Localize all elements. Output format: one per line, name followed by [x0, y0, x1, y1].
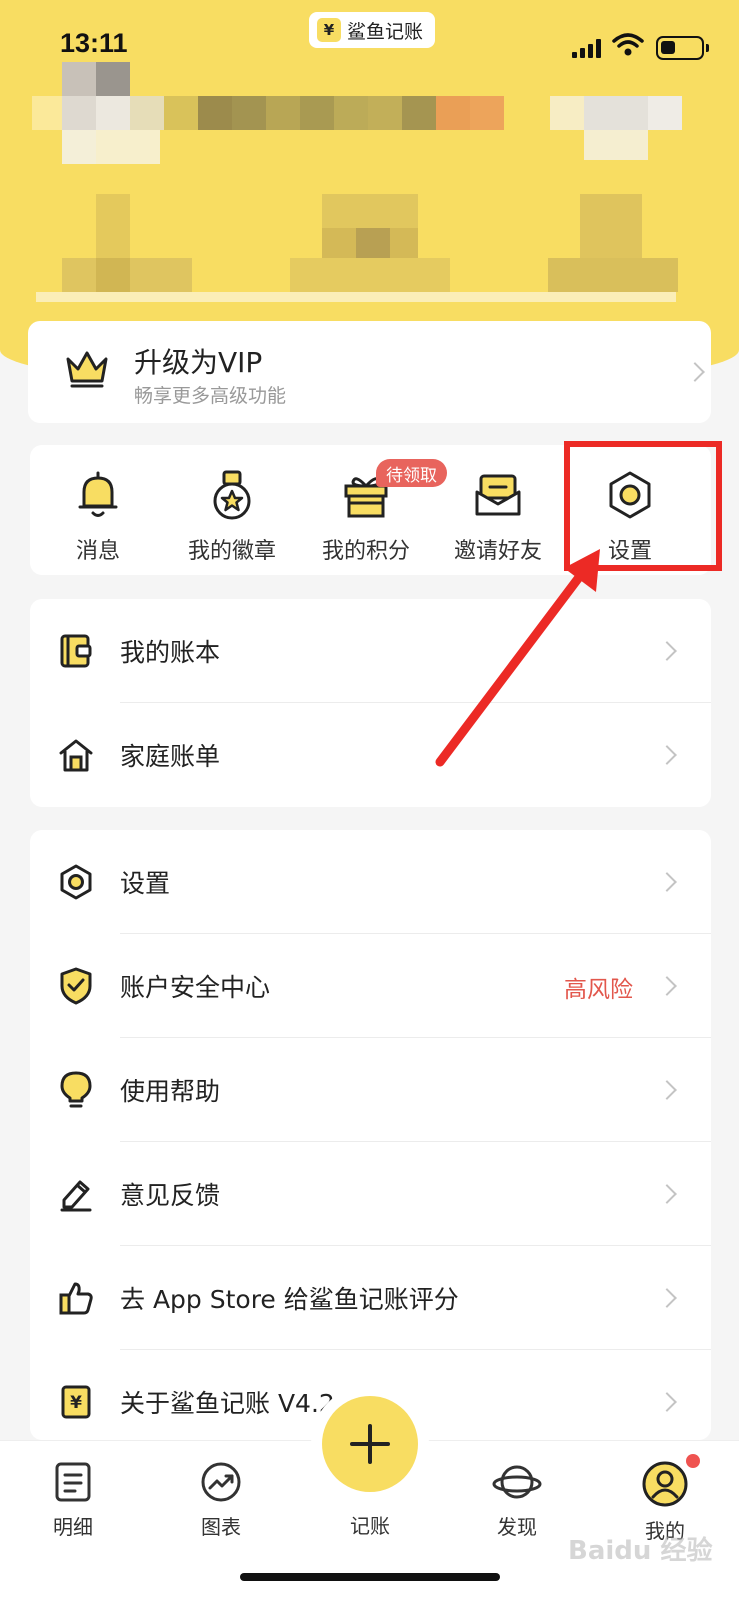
user-icon: [642, 1461, 688, 1507]
list-row-label: 账户安全中心: [120, 973, 271, 1002]
vip-upgrade-card[interactable]: 升级为VIP 畅享更多高级功能: [28, 321, 711, 423]
app-return-pill[interactable]: ¥ 鲨鱼记账: [309, 12, 436, 48]
chevron-right-icon: [657, 1392, 677, 1412]
settings-list-card: 设置 账户安全中心 高风险 使用帮助 意见反馈 去 App Store 给鲨鱼记…: [30, 830, 711, 1440]
yen-icon: ¥: [317, 18, 341, 42]
list-row-label: 意见反馈: [120, 1181, 221, 1210]
shield-check-icon: [60, 967, 92, 1005]
envelope-icon: [475, 474, 521, 516]
battery-icon: [656, 36, 709, 60]
list-row-my-ledger[interactable]: 我的账本: [30, 599, 711, 703]
quick-action-invite[interactable]: 邀请好友: [430, 445, 566, 575]
quick-action-label: 我的徽章: [187, 539, 276, 564]
edit-icon: [60, 1180, 92, 1212]
chevron-right-icon: [657, 1288, 677, 1308]
chart-trend-icon: [201, 1462, 241, 1502]
quick-action-label: 邀请好友: [453, 539, 542, 564]
list-row-family-bill[interactable]: 家庭账单: [30, 703, 711, 807]
list-row-account-security[interactable]: 账户安全中心 高风险: [30, 934, 711, 1038]
list-row-label: 去 App Store 给鲨鱼记账评分: [120, 1285, 459, 1314]
risk-status-label: 高风险: [564, 977, 633, 1003]
status-time: 13:11: [60, 28, 128, 58]
tab-details[interactable]: 明细: [18, 1461, 128, 1540]
tab-label: 图表: [201, 1515, 241, 1539]
chevron-right-icon: [657, 745, 677, 765]
home-indicator[interactable]: [240, 1573, 500, 1581]
chevron-right-icon: [657, 1184, 677, 1204]
list-row-rate-app[interactable]: 去 App Store 给鲨鱼记账评分: [30, 1246, 711, 1350]
quick-action-messages[interactable]: 消息: [30, 445, 166, 575]
medal-icon: [213, 470, 251, 520]
document-icon: [55, 1462, 91, 1502]
chevron-right-icon: [685, 362, 705, 382]
list-row-label: 设置: [120, 869, 171, 898]
tab-label: 明细: [53, 1515, 93, 1539]
ledger-list-card: 我的账本 家庭账单: [30, 599, 711, 807]
vip-subtitle: 畅享更多高级功能: [134, 385, 287, 407]
app-name: 鲨鱼记账: [347, 20, 424, 43]
watermark: Baidu 经验: [568, 1536, 713, 1566]
quick-action-badges[interactable]: 我的徽章: [164, 445, 300, 575]
list-row-label: 家庭账单: [120, 742, 221, 771]
bell-icon: [78, 471, 118, 517]
notification-dot: [686, 1454, 700, 1468]
quick-action-label: 我的积分: [321, 539, 410, 564]
chevron-right-icon: [657, 976, 677, 996]
chevron-right-icon: [657, 872, 677, 892]
thumbs-up-icon: [59, 1282, 93, 1315]
list-row-settings[interactable]: 设置: [30, 830, 711, 934]
tab-charts[interactable]: 图表: [166, 1461, 276, 1540]
chevron-right-icon: [657, 641, 677, 661]
vip-title: 升级为VIP: [134, 346, 263, 379]
list-row-label: 使用帮助: [120, 1077, 221, 1106]
tab-label: 发现: [497, 1515, 537, 1539]
wallet-icon: [60, 634, 92, 668]
add-record-button[interactable]: [322, 1396, 418, 1492]
lightbulb-icon: [60, 1071, 92, 1108]
list-row-label: 关于鲨鱼记账 V4.2: [120, 1389, 335, 1418]
svg-text:¥: ¥: [70, 1393, 82, 1413]
list-row-feedback[interactable]: 意见反馈: [30, 1142, 711, 1246]
cellular-signal-icon: [572, 38, 601, 58]
pending-claim-badge: 待领取: [376, 459, 447, 487]
crown-icon: [66, 351, 108, 388]
planet-icon: [492, 1465, 542, 1499]
chevron-right-icon: [657, 1080, 677, 1100]
list-row-label: 我的账本: [120, 638, 221, 667]
list-row-help[interactable]: 使用帮助: [30, 1038, 711, 1142]
yen-icon: ¥: [61, 1385, 91, 1419]
settings-hex-icon: [60, 864, 92, 900]
tab-label-add-record: 记账: [350, 1514, 390, 1538]
home-icon: [59, 739, 93, 772]
plus-icon: [350, 1424, 390, 1464]
wifi-icon: [612, 33, 644, 56]
quick-action-label: 消息: [75, 539, 120, 564]
settings-highlight-box: [564, 441, 722, 571]
tab-discover[interactable]: 发现: [462, 1461, 572, 1540]
